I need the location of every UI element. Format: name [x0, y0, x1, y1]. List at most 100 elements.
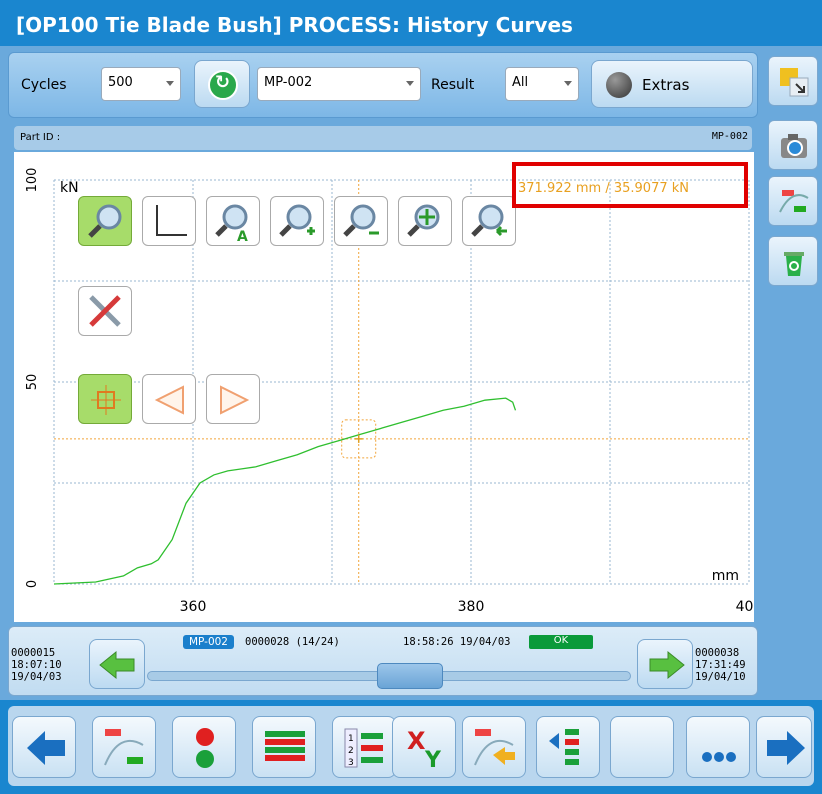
y-tick-label: 100	[25, 168, 40, 193]
last-cycle-time: 17:31:49	[695, 659, 746, 671]
next-icon	[220, 385, 250, 415]
left-arrow-icon	[99, 650, 135, 680]
zoom-button[interactable]	[78, 196, 132, 246]
first-cycle-time: 18:07:10	[11, 659, 62, 671]
zoom-out-button[interactable]	[334, 196, 388, 246]
recycle-bin-button[interactable]	[768, 236, 818, 286]
back-arrow-icon	[27, 731, 65, 765]
zoom-in-button[interactable]	[270, 196, 324, 246]
chevron-down-icon	[406, 81, 414, 86]
extras-button[interactable]: Extras	[591, 60, 753, 108]
previous-curve-button[interactable]	[142, 374, 196, 424]
curve-select-button[interactable]	[462, 716, 526, 778]
svg-text:3: 3	[348, 758, 354, 768]
more-button[interactable]	[686, 716, 750, 778]
svg-text:1: 1	[348, 734, 354, 744]
svg-text:X: X	[407, 727, 426, 755]
y-tick-label: 50	[25, 374, 40, 391]
top-toolbar: Cycles 500 ↻ MP-002 Result All Extras	[8, 52, 758, 118]
svg-text:2: 2	[348, 746, 354, 756]
part-select[interactable]: MP-002	[257, 67, 421, 101]
x-tick-label: 400	[736, 599, 754, 615]
last-cycle-date: 19/04/10	[695, 671, 746, 683]
cycles-select[interactable]: 500	[101, 67, 181, 101]
next-curve-button[interactable]	[206, 374, 260, 424]
app-window: [OP100 Tie Blade Bush] PROCESS: History …	[0, 0, 822, 794]
zoom-back-icon	[471, 204, 507, 237]
snapshot-button[interactable]	[768, 120, 818, 170]
chevron-down-icon	[166, 81, 174, 86]
chevron-down-icon	[564, 81, 572, 86]
first-cycle-info: 0000015 18:07:10 19/04/03	[11, 647, 62, 683]
axis-button[interactable]	[142, 196, 196, 246]
zoom-icon	[88, 204, 122, 238]
result-label: Result	[431, 77, 475, 93]
cursor-readout: 371.922 mm / 35.9077 kN	[518, 181, 690, 196]
curve-window-icon	[104, 729, 144, 766]
last-cycle-id: 0000038	[695, 647, 740, 659]
bottom-toolbar-panel: 1 2 3 XY	[8, 706, 814, 786]
refresh-icon: ↻	[208, 70, 238, 100]
zoom-back-button[interactable]	[462, 196, 516, 246]
part-id-label: Part ID :	[20, 132, 61, 143]
camera-icon	[781, 134, 807, 158]
next-cycle-button[interactable]	[637, 639, 693, 689]
cycle-navigator: 0000015 18:07:10 19/04/03 MP-002 0000028…	[8, 626, 758, 696]
crosshair-cursor-button[interactable]	[78, 374, 132, 424]
previous-cycle-button[interactable]	[89, 639, 145, 689]
previous-icon	[154, 385, 184, 415]
status-badge: OK	[529, 635, 593, 649]
history-chart[interactable]: 360 380 400 0 50 100 kN mm A	[14, 152, 754, 622]
curve-compare-icon	[779, 190, 809, 213]
x-unit-label: mm	[712, 568, 739, 584]
result-value: All	[512, 75, 529, 90]
window-resize-button[interactable]	[768, 56, 818, 106]
settings-tools-icon	[89, 295, 121, 327]
forward-button[interactable]	[756, 716, 812, 778]
axis-icon	[156, 205, 187, 236]
curve-stack-icon	[549, 729, 579, 765]
bottom-toolbar: 1 2 3 XY	[0, 700, 822, 794]
force-curve	[53, 397, 517, 585]
zoom-out-icon	[343, 204, 379, 237]
svg-text:Y: Y	[424, 748, 442, 771]
first-cycle-date: 19/04/03	[11, 671, 62, 683]
back-button[interactable]	[12, 716, 76, 778]
settings-button[interactable]	[78, 286, 132, 336]
crosshair-cursor-icon	[91, 385, 121, 415]
svg-text:A: A	[237, 229, 248, 243]
recycle-bin-icon	[784, 252, 804, 276]
more-icon	[702, 752, 736, 762]
x-tick-label: 380	[458, 599, 485, 615]
part-id-value: MP-002	[711, 131, 748, 142]
forward-arrow-icon	[767, 731, 805, 765]
pan-icon	[407, 204, 440, 237]
cycle-timestamp: 18:58:26 19/04/03	[403, 636, 511, 648]
curve-compare-button[interactable]	[768, 176, 818, 226]
y-tick-label: 0	[25, 580, 40, 588]
cycle-info: 0000028 (14/24)	[245, 636, 340, 648]
right-arrow-icon	[649, 650, 685, 680]
status-lights-icon	[196, 728, 214, 768]
xy-button[interactable]: XY	[392, 716, 456, 778]
zoom-auto-icon: A	[215, 204, 248, 243]
curve-select-icon	[474, 729, 515, 766]
x-tick-label: 360	[180, 599, 207, 615]
xy-icon: XY	[407, 727, 442, 771]
last-cycle-info: 0000038 17:31:49 19/04/10	[695, 647, 746, 683]
cycles-value: 500	[108, 75, 133, 90]
results-list-button[interactable]	[252, 716, 316, 778]
zoom-auto-button[interactable]: A	[206, 196, 260, 246]
blank-button[interactable]	[610, 716, 674, 778]
curve-stack-button[interactable]	[536, 716, 600, 778]
extras-label: Extras	[642, 76, 690, 94]
numbered-list-icon: 1 2 3	[344, 728, 383, 768]
curve-window-button[interactable]	[92, 716, 156, 778]
result-select[interactable]: All	[505, 67, 579, 101]
cycle-slider-thumb[interactable]	[376, 663, 443, 689]
part-value: MP-002	[264, 75, 313, 90]
pan-button[interactable]	[398, 196, 452, 246]
status-lights-button[interactable]	[172, 716, 236, 778]
numbered-list-button[interactable]: 1 2 3	[332, 716, 396, 778]
refresh-button[interactable]: ↻	[194, 60, 250, 108]
